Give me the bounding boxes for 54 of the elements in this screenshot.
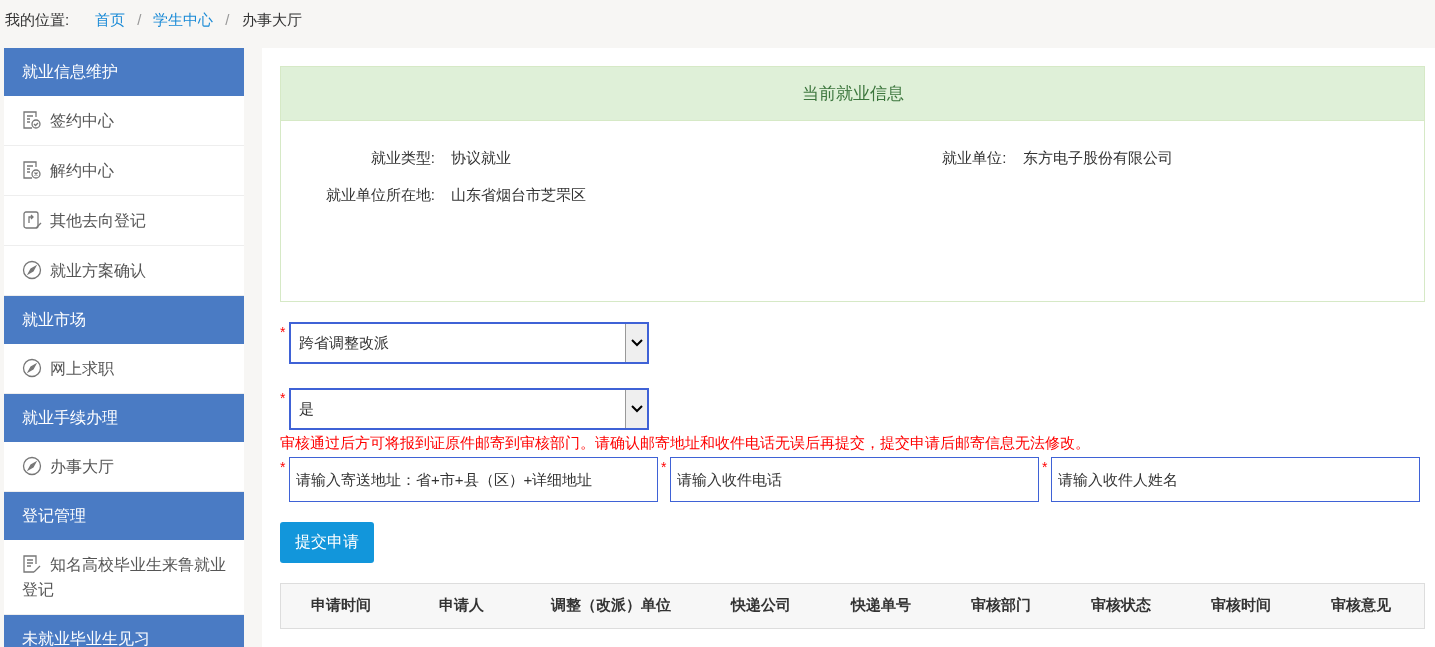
sidebar-item[interactable]: 签约中心 — [4, 96, 244, 146]
input-field[interactable]: 请输入收件人姓名 — [1051, 456, 1420, 502]
field-label: 就业类型: — [369, 148, 436, 168]
column-header: 快递单号 — [849, 595, 912, 616]
document-check-icon — [22, 110, 42, 130]
dropdown[interactable]: 跨省调整改派 — [289, 322, 649, 364]
compass-icon — [22, 358, 42, 378]
breadcrumb-label: 我的位置: — [5, 9, 70, 30]
dropdown[interactable]: 是 — [289, 388, 649, 430]
chevron-down-icon — [630, 339, 643, 347]
required-mark: * — [661, 457, 668, 477]
required-mark: * — [280, 389, 287, 408]
sidebar-item[interactable]: 知名高校毕业生来鲁就业登记 — [4, 540, 244, 615]
sidebar-section-header[interactable]: 就业市场 — [4, 296, 244, 344]
sidebar-section-header[interactable]: 未就业毕业生见习 — [4, 615, 244, 647]
required-mark: * — [1042, 457, 1049, 477]
column-header: 审核部门 — [970, 595, 1032, 616]
note-pen-icon — [22, 554, 42, 574]
sidebar-item[interactable]: 其他去向登记 — [4, 196, 244, 246]
breadcrumb-link[interactable]: 学生中心 — [153, 8, 214, 32]
field-value: 东方电子股份有限公司 — [1022, 148, 1173, 168]
sidebar-item[interactable]: 办事大厅 — [4, 442, 244, 492]
column-header: 审核状态 — [1090, 595, 1152, 616]
sidebar-section-header[interactable]: 就业手续办理 — [4, 394, 244, 442]
sidebar-section-header[interactable]: 登记管理 — [4, 492, 244, 540]
breadcrumb-link[interactable]: 首页 — [95, 8, 126, 32]
breadcrumb-current: 办事大厅 — [241, 9, 302, 30]
input-field[interactable]: 请输入寄送地址：省+市+县（区）+详细地址 — [289, 456, 658, 502]
sidebar-item[interactable]: 解约中心 — [4, 146, 244, 196]
field-label: 就业单位所在地: — [324, 184, 436, 205]
sidebar-section-header[interactable]: 就业信息维护 — [4, 48, 244, 96]
column-header: 快递公司 — [729, 595, 792, 616]
breadcrumb-separator: / — [225, 9, 230, 30]
column-header: 审核意见 — [1330, 595, 1392, 616]
notice-text: 审核通过后方可将报到证原件邮寄到审核部门。请确认邮寄地址和收件电话无误后再提交，提交申请后邮寄信息无法修改。 — [280, 433, 1091, 453]
column-header: 申请时间 — [310, 595, 372, 616]
required-mark: * — [280, 323, 287, 342]
compass-icon — [22, 456, 42, 476]
column-header: 申请人 — [437, 595, 485, 616]
document-pen-icon — [22, 210, 42, 230]
sidebar-item[interactable]: 网上求职 — [4, 344, 244, 394]
chevron-down-icon — [630, 405, 643, 413]
column-header: 调整（改派）单位 — [549, 595, 672, 616]
info-panel-title: 当前就业信息 — [281, 67, 1424, 121]
field-value: 山东省烟台市芝罘区 — [451, 184, 586, 205]
document-cross-icon — [22, 160, 42, 180]
field-label: 就业单位: — [941, 148, 1008, 168]
column-header: 审核时间 — [1210, 595, 1272, 616]
sidebar-item[interactable]: 就业方案确认 — [4, 246, 244, 296]
required-mark: * — [280, 457, 287, 477]
breadcrumb-separator: / — [137, 9, 142, 30]
compass-icon — [22, 260, 42, 280]
field-value: 协议就业 — [451, 148, 511, 168]
input-field[interactable]: 请输入收件电话 — [670, 456, 1039, 502]
